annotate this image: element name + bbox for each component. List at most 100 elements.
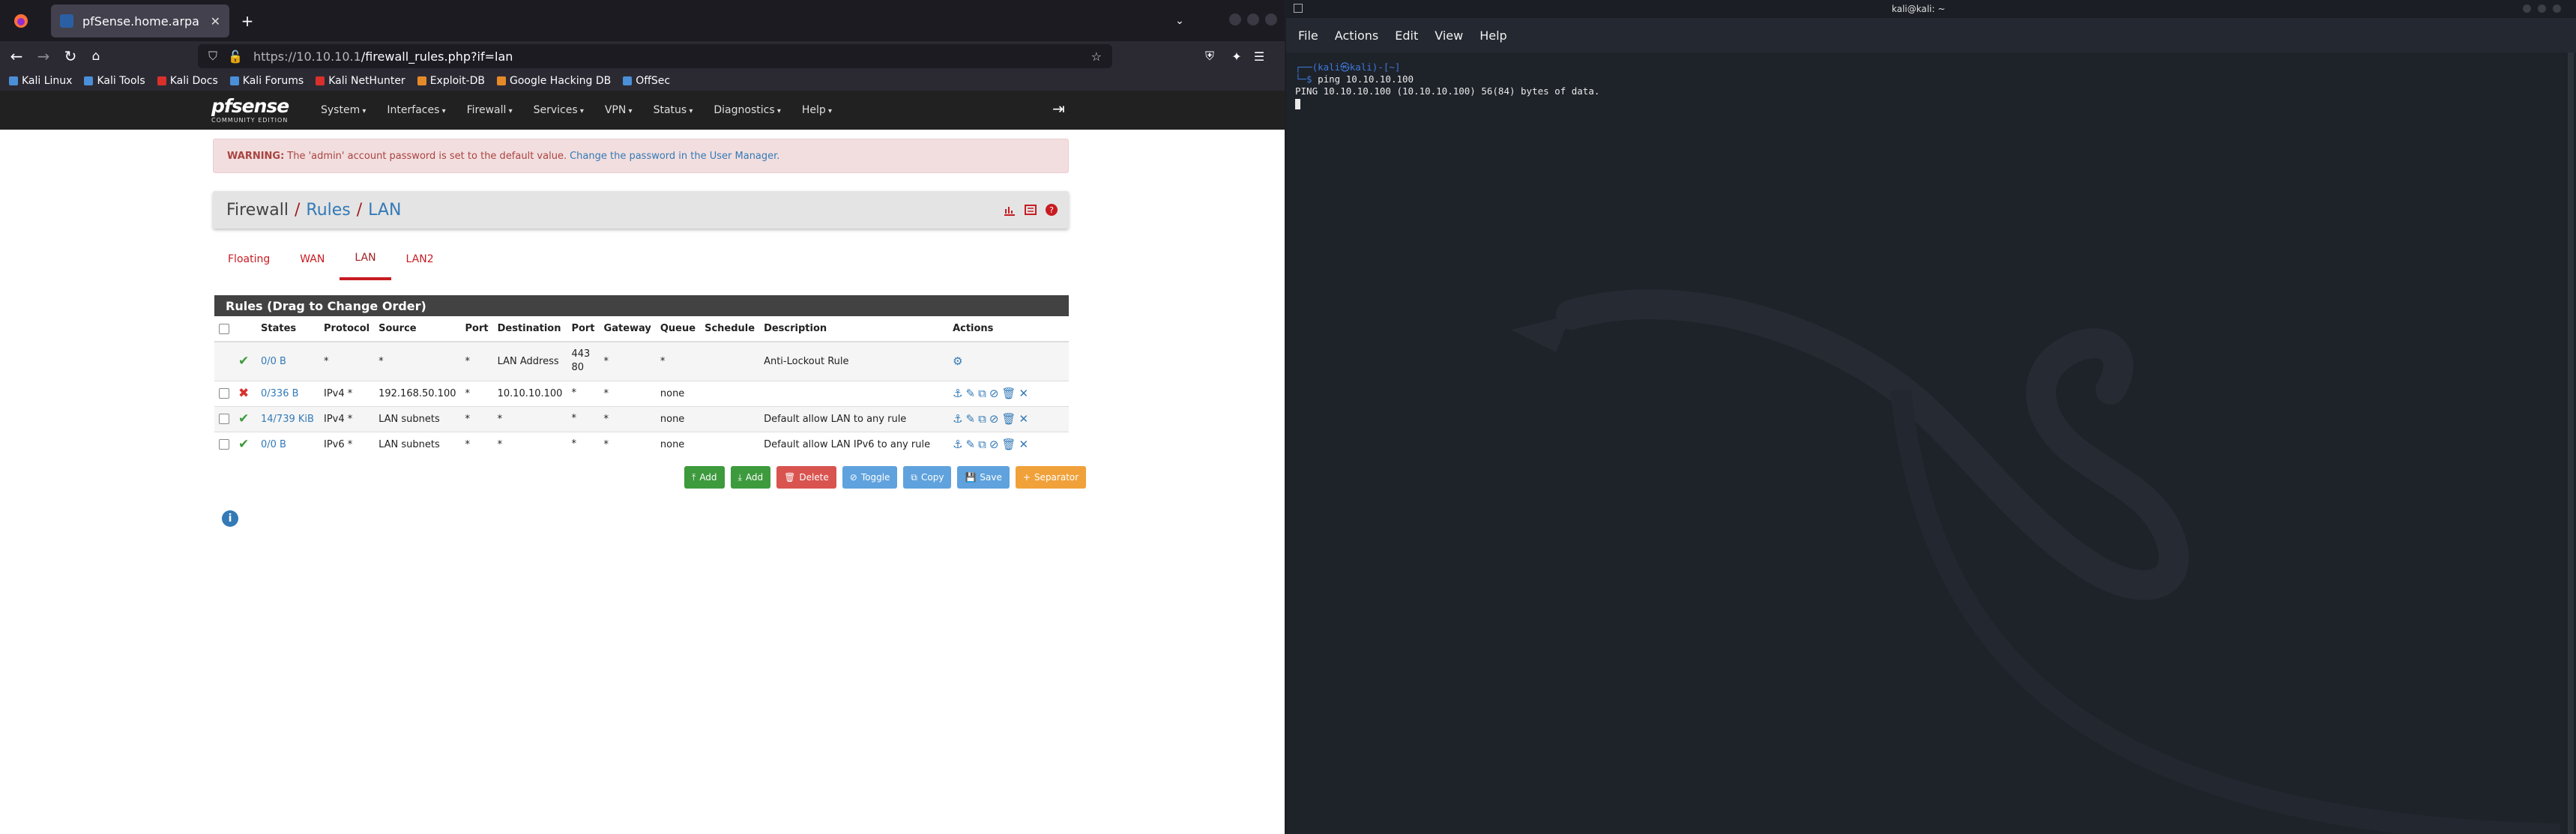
rule-checkbox[interactable] [219, 439, 229, 450]
delete-icon[interactable]: 🗑 [1001, 387, 1016, 400]
list-tabs-icon[interactable]: ⌄ [1171, 10, 1189, 31]
delete-icon[interactable]: 🗑 [1001, 438, 1016, 451]
forward-icon[interactable]: → [33, 46, 54, 67]
firefox-icon[interactable] [10, 10, 31, 31]
rule-states[interactable]: 14/739 KiB [261, 414, 314, 425]
gear-icon[interactable]: ⚙ [953, 354, 962, 368]
terminal-menu-edit[interactable]: Edit [1395, 28, 1418, 43]
tab-wan[interactable]: WAN [285, 238, 340, 280]
terminal-menu-help[interactable]: Help [1479, 28, 1506, 43]
menu-diagnostics[interactable]: Diagnostics [703, 104, 791, 116]
menu-vpn[interactable]: VPN [594, 104, 643, 116]
copy-icon[interactable]: ⧉ [978, 387, 986, 400]
save-button[interactable]: 💾 Save [957, 466, 1010, 489]
separator-x-icon[interactable]: ✕ [1019, 438, 1028, 451]
extensions-icon[interactable]: ✦ [1226, 46, 1247, 67]
menu-firewall[interactable]: Firewall [456, 104, 523, 116]
menu-help[interactable]: Help [791, 104, 842, 116]
bookmark-2[interactable]: Kali Docs [157, 75, 218, 87]
maximize-icon[interactable] [1247, 13, 1259, 25]
rule-row[interactable]: ✖ 0/336 B IPv4 * 192.168.50.100 * 10.10.10.10… [214, 380, 1069, 406]
rule-row[interactable]: ✔ 14/739 KiB IPv4 * LAN subnets * * * * none Defa… [214, 405, 1069, 432]
breadcrumb-lan[interactable]: LAN [368, 201, 401, 220]
close-tab-icon[interactable]: ✕ [211, 14, 220, 28]
pass-check-icon[interactable]: ✔ [238, 437, 249, 452]
menu-status[interactable]: Status [643, 104, 704, 116]
terminal-scrollbar[interactable] [2568, 52, 2574, 834]
terminal-maximize-icon[interactable] [2538, 4, 2546, 13]
select-all-checkbox[interactable] [219, 323, 229, 334]
reload-icon[interactable]: ↻ [60, 46, 81, 67]
bookmark-1[interactable]: Kali Tools [84, 75, 145, 87]
separator-button[interactable]: + Separator [1015, 466, 1087, 489]
chart-icon[interactable] [1003, 202, 1016, 216]
separator-x-icon[interactable]: ✕ [1019, 412, 1028, 426]
new-tab-icon[interactable]: + [237, 10, 258, 31]
disable-icon[interactable]: ⊘ [989, 387, 999, 400]
delete-button[interactable]: 🗑 Delete [776, 466, 836, 489]
tab-pfsense[interactable]: pfSense.home.arpa - Fire ✕ [51, 4, 229, 37]
terminal-menu-actions[interactable]: Actions [1335, 28, 1378, 43]
bookmark-4[interactable]: Kali NetHunter [316, 75, 405, 87]
lock-warning-icon[interactable]: 🔓 [228, 49, 243, 64]
log-list-icon[interactable] [1024, 202, 1037, 216]
toggle-button[interactable]: ⊘ Toggle [842, 466, 898, 489]
terminal-close-icon[interactable] [2553, 4, 2561, 13]
bookmark-5[interactable]: Exploit-DB [417, 75, 485, 87]
rule-states[interactable]: 0/0 B [261, 356, 286, 367]
home-icon[interactable]: ⌂ [85, 46, 106, 67]
bookmark-7[interactable]: OffSec [623, 75, 670, 87]
rule-states[interactable]: 0/0 B [261, 439, 286, 450]
pass-check-icon[interactable]: ✔ [238, 411, 249, 426]
breadcrumb-rules[interactable]: Rules [306, 201, 350, 220]
info-icon[interactable]: i [222, 510, 238, 527]
menu-interfaces[interactable]: Interfaces [376, 104, 456, 116]
add-button[interactable]: ⤓ Add [730, 466, 771, 489]
anchor-icon[interactable]: ⚓ [953, 438, 962, 451]
copy-icon[interactable]: ⧉ [978, 438, 986, 451]
terminal-menu-file[interactable]: File [1298, 28, 1318, 43]
help-icon[interactable]: ? [1045, 202, 1058, 216]
disable-icon[interactable]: ⊘ [989, 438, 999, 451]
block-x-icon[interactable]: ✖ [238, 386, 249, 401]
edit-pencil-icon[interactable]: ✎ [966, 438, 976, 451]
disable-icon[interactable]: ⊘ [989, 412, 999, 426]
terminal-menu-view[interactable]: View [1435, 28, 1463, 43]
bookmark-0[interactable]: Kali Linux [9, 75, 72, 87]
logout-icon[interactable]: ⇥ [1052, 100, 1065, 118]
open-menu-icon[interactable]: ☰ [1249, 46, 1270, 67]
anchor-icon[interactable]: ⚓ [953, 387, 962, 400]
copy-icon[interactable]: ⧉ [978, 412, 986, 426]
edit-pencil-icon[interactable]: ✎ [966, 412, 976, 426]
edit-pencil-icon[interactable]: ✎ [966, 387, 976, 400]
delete-icon[interactable]: 🗑 [1001, 412, 1016, 426]
separator-x-icon[interactable]: ✕ [1019, 387, 1028, 400]
minimize-icon[interactable] [1229, 13, 1241, 25]
change-password-link[interactable]: Change the password in the User Manager. [570, 151, 779, 162]
menu-services[interactable]: Services [523, 104, 594, 116]
tab-floating[interactable]: Floating [213, 238, 285, 280]
tab-lan[interactable]: LAN [340, 238, 391, 280]
rule-checkbox[interactable] [219, 388, 229, 399]
shield-icon[interactable]: ⛉ [208, 49, 217, 64]
back-icon[interactable]: ← [6, 46, 27, 67]
copy-button[interactable]: ⧉ Copy [903, 466, 952, 489]
pocket-icon[interactable]: ⛨ [1199, 46, 1220, 67]
bookmark-3[interactable]: Kali Forums [229, 75, 304, 87]
add-button[interactable]: ⤒ Add [684, 466, 725, 489]
pass-check-icon[interactable]: ✔ [238, 354, 249, 369]
url-bar[interactable]: ⛉ 🔓 https://10.10.10.1/firewall_rules.ph… [198, 44, 1112, 68]
anchor-icon[interactable]: ⚓ [953, 412, 962, 426]
rule-row[interactable]: ✔ 0/0 B * * * LAN Address 443 80 * * Anti-Lockout… [214, 341, 1069, 381]
rule-row[interactable]: ✔ 0/0 B IPv6 * LAN subnets * * * * none Default a… [214, 431, 1069, 457]
rule-states[interactable]: 0/336 B [261, 388, 299, 399]
tab-lan2[interactable]: LAN2 [391, 238, 449, 280]
bookmark-star-icon[interactable]: ☆ [1091, 49, 1102, 64]
menu-system[interactable]: System [310, 104, 376, 116]
rule-checkbox[interactable] [219, 414, 229, 424]
pfsense-logo[interactable]: pfsense COMMUNITY EDITION [211, 95, 289, 124]
bookmark-6[interactable]: Google Hacking DB [496, 75, 611, 87]
terminal-minimize-icon[interactable] [2523, 4, 2531, 13]
terminal-output[interactable]: ┌──(kali㉿kali)-[~] └─$ ping 10.10.10.100… [1295, 61, 1599, 109]
close-window-icon[interactable] [1265, 13, 1277, 25]
